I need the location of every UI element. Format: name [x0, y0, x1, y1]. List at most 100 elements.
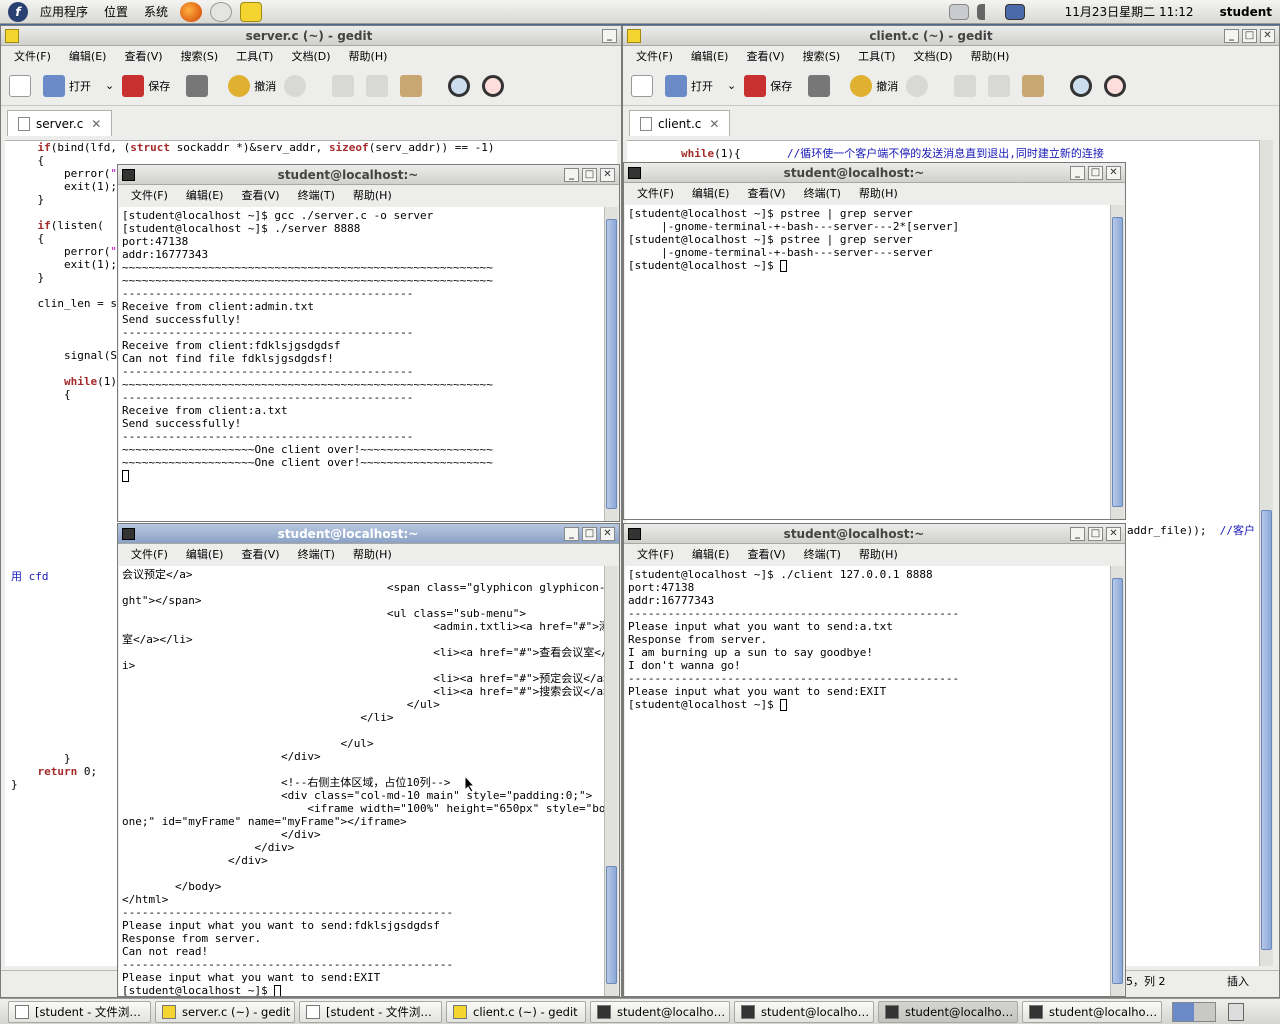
replace-button[interactable] [482, 74, 508, 97]
server-gedit-titlebar[interactable]: server.c (~) - gedit _ [1, 26, 621, 46]
mail-icon[interactable] [210, 1, 233, 22]
terminal-output[interactable]: 会议预定</a> <span class="glyphicon glyphico… [119, 566, 604, 996]
applications-menu[interactable]: 应用程序 [32, 3, 96, 20]
menu-view[interactable]: 查看(V) [737, 48, 793, 64]
volume-icon[interactable] [976, 3, 997, 20]
firefox-icon[interactable] [180, 1, 203, 22]
user-name[interactable]: student [1212, 5, 1280, 19]
copy-button[interactable] [366, 74, 392, 97]
menu-search[interactable]: 搜索(S) [172, 48, 228, 64]
menu-edit[interactable]: 编辑(E) [177, 187, 233, 203]
redo-button[interactable] [906, 74, 932, 97]
close-icon[interactable]: ✕ [91, 117, 101, 131]
task-terminal-4[interactable]: student@localho… [1022, 1000, 1162, 1023]
menu-search[interactable]: 搜索(S) [794, 48, 850, 64]
trash-icon[interactable] [1228, 1002, 1244, 1021]
menu-view[interactable]: 查看(V) [738, 185, 794, 201]
menu-view[interactable]: 查看(V) [738, 546, 794, 562]
menu-help[interactable]: 帮助(H) [962, 48, 1019, 64]
terminal-scrollbar[interactable] [604, 207, 618, 521]
menu-file[interactable]: 文件(F) [122, 187, 177, 203]
client-gedit-titlebar[interactable]: client.c (~) - gedit _ □ ✕ [623, 26, 1279, 46]
menu-tools[interactable]: 工具(T) [227, 48, 282, 64]
fedora-logo-icon[interactable]: f [8, 1, 28, 22]
network-icon[interactable] [948, 3, 969, 20]
find-button[interactable] [448, 74, 474, 97]
tab-client-c[interactable]: client.c ✕ [629, 110, 731, 136]
client-editor-scrollbar[interactable] [1259, 140, 1273, 966]
terminal-titlebar[interactable]: student@localhost:~ _ □ ✕ [118, 524, 619, 544]
replace-button[interactable] [1104, 74, 1130, 97]
maximize-button[interactable]: □ [1088, 526, 1103, 541]
task-server-gedit[interactable]: server.c (~) - gedit [155, 1000, 295, 1023]
menu-terminal[interactable]: 终端(T) [289, 187, 344, 203]
workspace-switcher[interactable] [1172, 1001, 1216, 1022]
menu-help[interactable]: 帮助(H) [344, 187, 401, 203]
menu-documents[interactable]: 文档(D) [904, 48, 961, 64]
clock[interactable]: 11月23日星期二 11:12 [1057, 3, 1202, 20]
menu-view[interactable]: 查看(V) [232, 187, 288, 203]
terminal-output[interactable]: [student@localhost ~]$ pstree | grep ser… [625, 205, 1110, 519]
minimize-button[interactable]: _ [1070, 165, 1085, 180]
insert-mode[interactable]: 插入 [1227, 973, 1249, 989]
scroll-thumb[interactable] [606, 219, 617, 509]
paste-button[interactable] [400, 74, 426, 97]
display-icon[interactable] [1004, 3, 1025, 20]
menu-view[interactable]: 查看(V) [115, 48, 171, 64]
task-client-gedit[interactable]: client.c (~) - gedit [446, 1000, 586, 1023]
menu-file[interactable]: 文件(F) [122, 546, 177, 562]
close-button[interactable]: ✕ [1260, 28, 1275, 43]
minimize-button[interactable]: _ [602, 28, 617, 43]
menu-edit[interactable]: 编辑(E) [177, 546, 233, 562]
task-file-browser-1[interactable]: [student - 文件浏… [8, 1000, 151, 1023]
terminal-prompt-line[interactable]: [student@localhost ~]$ [122, 984, 601, 996]
terminal-scrollbar[interactable] [1110, 205, 1124, 519]
paste-button[interactable] [1022, 74, 1048, 97]
close-button[interactable]: ✕ [1106, 526, 1121, 541]
find-button[interactable] [1070, 74, 1096, 97]
places-menu[interactable]: 位置 [96, 3, 136, 20]
terminal-prompt-line[interactable]: [student@localhost ~]$ [628, 259, 1107, 272]
scroll-thumb[interactable] [1112, 217, 1123, 507]
open-button[interactable]: 打开 ⌄ [665, 74, 736, 97]
minimize-button[interactable]: _ [564, 526, 579, 541]
terminal-output[interactable]: [student@localhost ~]$ gcc ./server.c -o… [119, 207, 604, 521]
terminal-titlebar[interactable]: student@localhost:~ _ □ ✕ [118, 165, 619, 185]
minimize-button[interactable]: _ [564, 167, 579, 182]
cut-button[interactable] [332, 74, 358, 97]
menu-file[interactable]: 文件(F) [628, 185, 683, 201]
task-terminal-3[interactable]: student@localho… [878, 1000, 1018, 1023]
terminal-output[interactable]: [student@localhost ~]$ ./client 127.0.0.… [625, 566, 1110, 996]
terminal-prompt-line[interactable] [122, 469, 601, 482]
chevron-down-icon[interactable]: ⌄ [105, 79, 114, 92]
maximize-button[interactable]: □ [582, 167, 597, 182]
open-button[interactable]: 打开 ⌄ [43, 74, 114, 97]
print-button[interactable] [808, 74, 834, 97]
menu-terminal[interactable]: 终端(T) [795, 546, 850, 562]
close-icon[interactable]: ✕ [709, 117, 719, 131]
close-button[interactable]: ✕ [600, 526, 615, 541]
workspace-2[interactable] [1194, 1002, 1215, 1021]
terminal-titlebar[interactable]: student@localhost:~ _ □ ✕ [624, 524, 1125, 544]
menu-terminal[interactable]: 终端(T) [289, 546, 344, 562]
tab-server-c[interactable]: server.c ✕ [7, 110, 113, 136]
menu-documents[interactable]: 文档(D) [282, 48, 339, 64]
scroll-thumb[interactable] [1112, 578, 1123, 984]
menu-tools[interactable]: 工具(T) [849, 48, 904, 64]
menu-edit[interactable]: 编辑(E) [682, 48, 738, 64]
terminal-titlebar[interactable]: student@localhost:~ _ □ ✕ [624, 163, 1125, 183]
new-button[interactable] [631, 74, 657, 97]
save-button[interactable]: 保存 [744, 74, 792, 97]
workspace-1[interactable] [1173, 1002, 1194, 1021]
maximize-button[interactable]: □ [1088, 165, 1103, 180]
menu-file[interactable]: 文件(F) [5, 48, 60, 64]
new-button[interactable] [9, 74, 35, 97]
menu-edit[interactable]: 编辑(E) [60, 48, 116, 64]
scroll-thumb[interactable] [606, 866, 617, 984]
minimize-button[interactable]: _ [1070, 526, 1085, 541]
redo-button[interactable] [284, 74, 310, 97]
menu-edit[interactable]: 编辑(E) [683, 185, 739, 201]
menu-file[interactable]: 文件(F) [627, 48, 682, 64]
menu-help[interactable]: 帮助(H) [344, 546, 401, 562]
copy-button[interactable] [988, 74, 1014, 97]
